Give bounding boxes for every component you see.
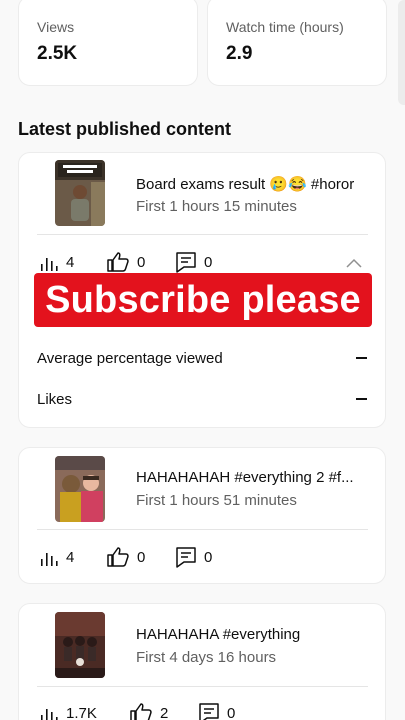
video-divider-2	[37, 529, 368, 530]
views-bars-icon	[41, 552, 58, 566]
thumbs-up-icon	[130, 703, 152, 720]
thumbnail-1-image	[55, 160, 105, 226]
comment-icon	[176, 252, 196, 273]
likes-metric-2: 0	[107, 547, 145, 567]
video-divider-3	[37, 686, 368, 687]
likes-metric-1: 0	[107, 252, 145, 272]
section-title: Latest published content	[18, 119, 232, 139]
video-thumbnail-3[interactable]	[55, 612, 105, 678]
likes-count-3: 2	[160, 704, 169, 720]
views-stat-label: Views	[37, 19, 75, 35]
video-subtitle-3: First 4 days 16 hours	[136, 649, 277, 666]
views-metric-2: 4	[40, 549, 74, 566]
video-title-2[interactable]: HAHAHAHAH #everything 2 #f...	[136, 469, 361, 486]
detail-value-likes	[356, 398, 367, 400]
next-card-edge[interactable]	[398, 0, 405, 105]
comments-metric-1: 0	[176, 252, 212, 273]
thumbs-up-icon	[107, 252, 129, 272]
likes-count-2: 0	[137, 548, 146, 566]
comments-count-1: 0	[204, 254, 213, 271]
video-divider-1	[37, 234, 368, 235]
video-title-3[interactable]: HAHAHAHA #everything	[136, 626, 368, 643]
thumbnail-2-image	[55, 456, 105, 522]
subscribe-overlay-banner: Subscribe please	[34, 273, 372, 327]
detail-label-likes: Likes	[37, 391, 73, 408]
thumbnail-3-image	[55, 612, 105, 678]
comments-count-3: 0	[227, 705, 236, 720]
video-thumbnail-2[interactable]	[55, 456, 105, 522]
views-metric-1: 4	[40, 254, 74, 271]
watch-time-stat-card[interactable]: Watch time (hours) 2.9	[207, 0, 387, 86]
views-stat-value: 2.5K	[37, 43, 78, 64]
views-count-1: 4	[66, 254, 75, 271]
comments-count-2: 0	[204, 549, 213, 566]
likes-count-1: 0	[137, 253, 146, 271]
watch-time-stat-label: Watch time (hours)	[226, 19, 344, 35]
video-subtitle-2: First 1 hours 51 minutes	[136, 492, 297, 509]
comment-icon	[199, 703, 219, 720]
video-thumbnail-1[interactable]	[55, 160, 105, 226]
comments-metric-3: 0	[199, 703, 235, 720]
video-subtitle-1: First 1 hours 15 minutes	[136, 198, 297, 215]
comment-icon	[176, 547, 196, 568]
detail-label-avg-viewed: Average percentage viewed	[37, 350, 223, 367]
views-bars-icon	[41, 257, 58, 271]
chevron-up-icon[interactable]	[345, 257, 363, 269]
thumbs-up-icon	[107, 547, 129, 567]
comments-metric-2: 0	[176, 547, 212, 568]
likes-metric-3: 2	[130, 703, 168, 720]
watch-time-stat-value: 2.9	[226, 43, 253, 64]
subscribe-overlay-text: Subscribe please	[45, 278, 361, 321]
views-stat-card[interactable]: Views 2.5K	[18, 0, 198, 86]
views-count-3: 1.7K	[66, 705, 97, 720]
views-count-2: 4	[66, 549, 75, 566]
video-title-1[interactable]: Board exams result 🥲😂 #horor	[136, 175, 368, 193]
detail-value-avg-viewed	[356, 357, 367, 359]
views-metric-3: 1.7K	[40, 705, 97, 720]
views-bars-icon	[41, 708, 58, 720]
